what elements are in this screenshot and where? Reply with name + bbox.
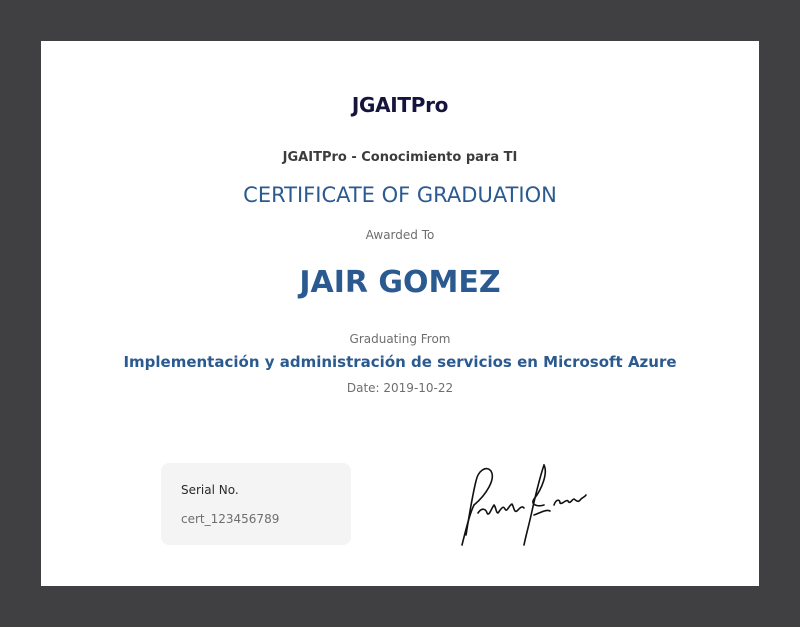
recipient-name: JAIR GOMEZ: [299, 265, 501, 300]
brand-logo: JGAITPro: [351, 93, 449, 117]
serial-number-card: Serial No. cert_123456789: [161, 463, 351, 545]
graduating-from-label: Graduating From: [349, 332, 451, 346]
serial-number-label: Serial No.: [181, 483, 239, 497]
organization-name: JGAITPro - Conocimiento para TI: [282, 150, 518, 165]
certificate-sheet: JGAITPro JGAITPro - Conocimiento para TI…: [41, 41, 759, 586]
serial-number-value: cert_123456789: [181, 512, 280, 526]
certificate-title: CERTIFICATE OF GRADUATION: [243, 183, 557, 207]
signature-image: [461, 464, 587, 546]
completion-date: Date: 2019-10-22: [346, 381, 454, 395]
awarded-to-label: Awarded To: [365, 228, 435, 242]
course-name: Implementación y administración de servi…: [123, 353, 677, 371]
